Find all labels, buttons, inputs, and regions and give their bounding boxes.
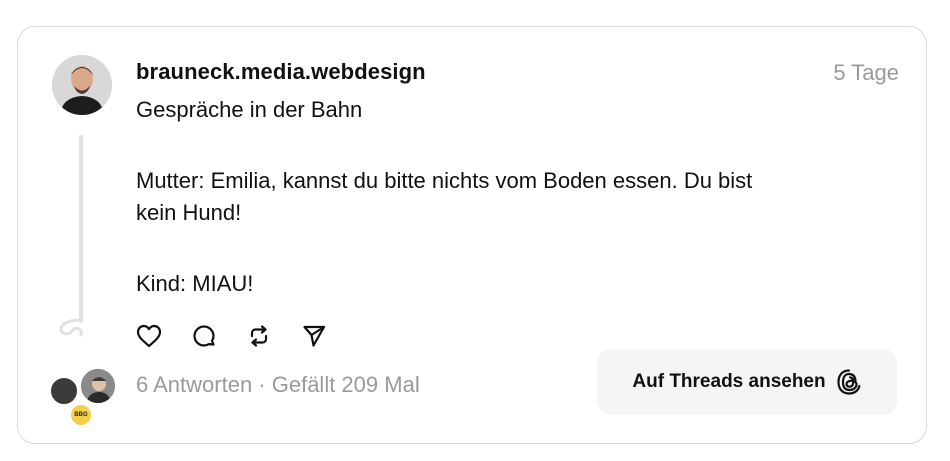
comment-icon <box>193 325 215 347</box>
post-timestamp: 5 Tage <box>833 60 899 85</box>
action-bar <box>135 322 355 350</box>
replier-avatars: BBG <box>47 367 117 427</box>
view-on-threads-button[interactable]: Auf Threads ansehen <box>597 349 897 415</box>
avatar <box>79 367 117 405</box>
thread-line <box>79 135 83 323</box>
share-button[interactable] <box>300 322 328 350</box>
post-text: Gespräche in der Bahn Mutter: Emilia, ka… <box>136 94 896 300</box>
view-on-threads-label: Auf Threads ansehen <box>632 371 826 392</box>
comment-button[interactable] <box>190 322 218 350</box>
post-stats[interactable]: 6 Antworten · Gefällt 209 Mal <box>136 372 420 398</box>
thread-curl-icon <box>59 318 83 337</box>
post-text-line: kein Hund! <box>136 200 242 225</box>
heart-icon <box>136 324 162 348</box>
post-text-line: Gespräche in der Bahn <box>136 97 363 122</box>
author-avatar[interactable] <box>52 55 112 115</box>
post-text-line: Mutter: Emilia, kannst du bitte nichts v… <box>136 168 753 193</box>
avatar: BBG <box>70 404 92 426</box>
like-button[interactable] <box>135 322 163 350</box>
send-icon <box>303 325 326 347</box>
repost-button[interactable] <box>245 322 273 350</box>
repost-icon <box>250 325 268 347</box>
author-avatar-image <box>52 55 112 115</box>
threads-logo-icon <box>837 369 861 395</box>
post-username[interactable]: brauneck.media.webdesign <box>136 59 426 85</box>
avatar <box>49 376 79 406</box>
post-text-line: Kind: MIAU! <box>136 271 254 296</box>
